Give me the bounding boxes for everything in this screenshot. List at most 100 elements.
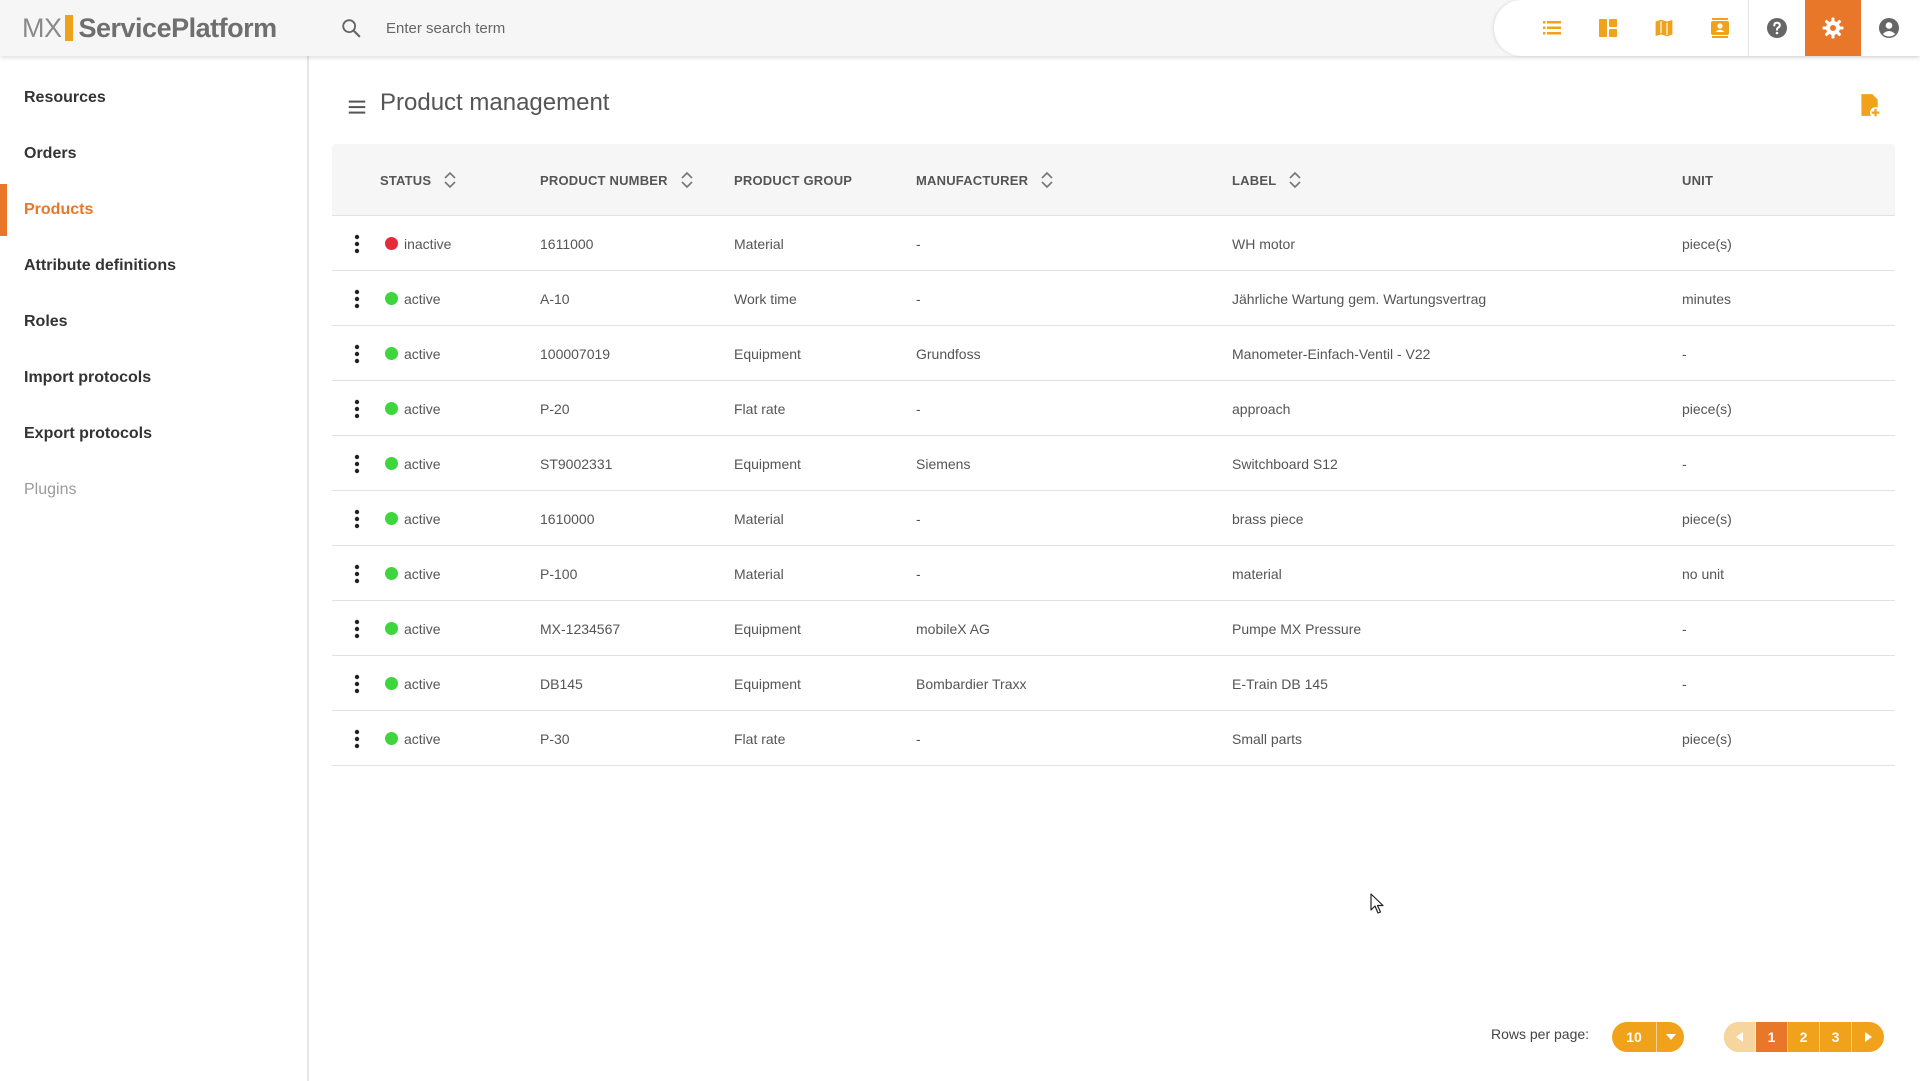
status-indicator: [385, 512, 398, 525]
product-number-cell: P-20: [540, 400, 570, 417]
contacts-icon: [1711, 18, 1729, 38]
more-options-icon[interactable]: [354, 619, 360, 639]
sidebar-item-products[interactable]: Products: [0, 182, 307, 238]
more-options-icon[interactable]: [354, 344, 360, 364]
table-row[interactable]: active ST9002331 Equipment Siemens Switchboa…: [332, 436, 1895, 491]
column-header-product-number[interactable]: PRODUCT NUMBER: [540, 144, 694, 216]
table-row[interactable]: active MX-1234567 Equipment mobileX AG Pumpe…: [332, 601, 1895, 656]
sidebar: Resources Orders Products Attribute defi…: [0, 56, 309, 1081]
table-row[interactable]: active 1610000 Material - brass piece piece(s…: [332, 491, 1895, 546]
more-options-icon[interactable]: [354, 509, 360, 529]
column-label: MANUFACTURER: [916, 172, 1029, 188]
product-group-cell: Material: [734, 235, 784, 252]
sort-icon[interactable]: [1288, 171, 1302, 189]
list-view-button[interactable]: [1524, 0, 1580, 56]
more-options-icon[interactable]: [354, 399, 360, 419]
dashboard-button[interactable]: [1580, 0, 1636, 56]
more-options-icon[interactable]: [354, 454, 360, 474]
account-button[interactable]: [1861, 0, 1917, 56]
table-row[interactable]: active P-30 Flat rate - Small parts piece(s): [332, 711, 1895, 766]
help-button[interactable]: [1749, 0, 1805, 56]
label-cell: Small parts: [1232, 730, 1303, 747]
manufacturer-cell: -: [916, 565, 921, 582]
table-row[interactable]: active P-20 Flat rate - approach piece(s): [332, 381, 1895, 436]
label-cell: Manometer-Einfach-Ventil - V22: [1232, 345, 1431, 362]
top-bar: MX ServicePlatform: [0, 0, 1920, 56]
status-cell: active: [404, 345, 441, 362]
unit-cell: minutes: [1682, 290, 1732, 307]
rows-per-page-select[interactable]: 10: [1612, 1022, 1684, 1052]
caret-right-icon: [1864, 1032, 1872, 1042]
page-title: Product management: [380, 89, 610, 116]
manufacturer-cell: Bombardier Traxx: [916, 675, 1027, 692]
product-group-cell: Flat rate: [734, 400, 786, 417]
map-button[interactable]: [1636, 0, 1692, 56]
manufacturer-cell: -: [916, 290, 921, 307]
search-icon[interactable]: [340, 17, 362, 39]
sort-icon[interactable]: [443, 171, 457, 189]
table-row[interactable]: active 100007019 Equipment Grundfoss Manomet…: [332, 326, 1895, 381]
manufacturer-cell: Grundfoss: [916, 345, 981, 362]
table-row[interactable]: active A-10 Work time - Jährliche Wartung ge…: [332, 271, 1895, 326]
product-group-cell: Work time: [734, 290, 797, 307]
label-cell: Jährliche Wartung gem. Wartungsvertrag: [1232, 290, 1487, 307]
page-button-2[interactable]: 2: [1788, 1022, 1820, 1052]
sidebar-item-export-protocols[interactable]: Export protocols: [0, 406, 307, 462]
status-indicator: [385, 732, 398, 745]
unit-cell: piece(s): [1682, 510, 1732, 527]
previous-page-button[interactable]: [1724, 1022, 1756, 1052]
sidebar-item-import-protocols[interactable]: Import protocols: [0, 350, 307, 406]
more-options-icon[interactable]: [354, 674, 360, 694]
status-cell: inactive: [404, 235, 452, 252]
page-button-1[interactable]: 1: [1756, 1022, 1788, 1052]
more-options-icon[interactable]: [354, 234, 360, 254]
column-header-label[interactable]: LABEL: [1232, 144, 1302, 216]
more-options-icon[interactable]: [354, 564, 360, 584]
product-number-cell: P-30: [540, 730, 570, 747]
sidebar-item-plugins: Plugins: [24, 481, 77, 498]
table-body: inactive 1611000 Material - WH motor piece(s)…: [332, 216, 1895, 766]
manufacturer-cell: mobileX AG: [916, 620, 990, 637]
more-options-icon[interactable]: [354, 289, 360, 309]
sort-icon[interactable]: [1040, 171, 1054, 189]
caret-down-icon[interactable]: [1657, 1022, 1684, 1052]
menu-icon[interactable]: [346, 96, 368, 118]
column-label: STATUS: [380, 172, 432, 188]
more-options-icon[interactable]: [354, 729, 360, 749]
sidebar-item-orders[interactable]: Orders: [0, 126, 307, 182]
product-group-cell: Equipment: [734, 675, 801, 692]
column-header-status[interactable]: STATUS: [380, 144, 457, 216]
unit-cell: -: [1682, 620, 1687, 637]
contacts-button[interactable]: [1692, 0, 1748, 56]
unit-cell: piece(s): [1682, 400, 1732, 417]
table-row[interactable]: inactive 1611000 Material - WH motor piece(s): [332, 216, 1895, 271]
logo[interactable]: MX ServicePlatform: [22, 12, 277, 44]
sort-icon[interactable]: [680, 171, 694, 189]
column-label: UNIT: [1682, 172, 1714, 188]
unit-cell: -: [1682, 345, 1687, 362]
next-page-button[interactable]: [1852, 1022, 1884, 1052]
label-cell: WH motor: [1232, 235, 1295, 252]
product-group-cell: Equipment: [734, 345, 801, 362]
product-number-cell: ST9002331: [540, 455, 613, 472]
table-row[interactable]: active DB145 Equipment Bombardier Traxx E-Tr…: [332, 656, 1895, 711]
column-label: PRODUCT GROUP: [734, 172, 853, 188]
status-indicator: [385, 402, 398, 415]
sidebar-item-attribute-definitions[interactable]: Attribute definitions: [0, 238, 307, 294]
search-input[interactable]: [386, 14, 986, 42]
column-label: LABEL: [1232, 172, 1277, 188]
column-header-unit: UNIT: [1682, 144, 1713, 216]
sidebar-item-resources[interactable]: Resources: [0, 70, 307, 126]
settings-button[interactable]: [1805, 0, 1861, 56]
sidebar-item-roles[interactable]: Roles: [0, 294, 307, 350]
page-button-3[interactable]: 3: [1820, 1022, 1852, 1052]
status-indicator: [385, 237, 398, 250]
label-cell: material: [1232, 565, 1282, 582]
status-cell: active: [404, 290, 441, 307]
unit-cell: no unit: [1682, 565, 1725, 582]
column-header-manufacturer[interactable]: MANUFACTURER: [916, 144, 1054, 216]
add-product-icon[interactable]: [1856, 92, 1882, 118]
table-row[interactable]: active P-100 Material - material no unit: [332, 546, 1895, 601]
product-number-cell: 1610000: [540, 510, 595, 527]
caret-left-icon: [1736, 1032, 1743, 1042]
